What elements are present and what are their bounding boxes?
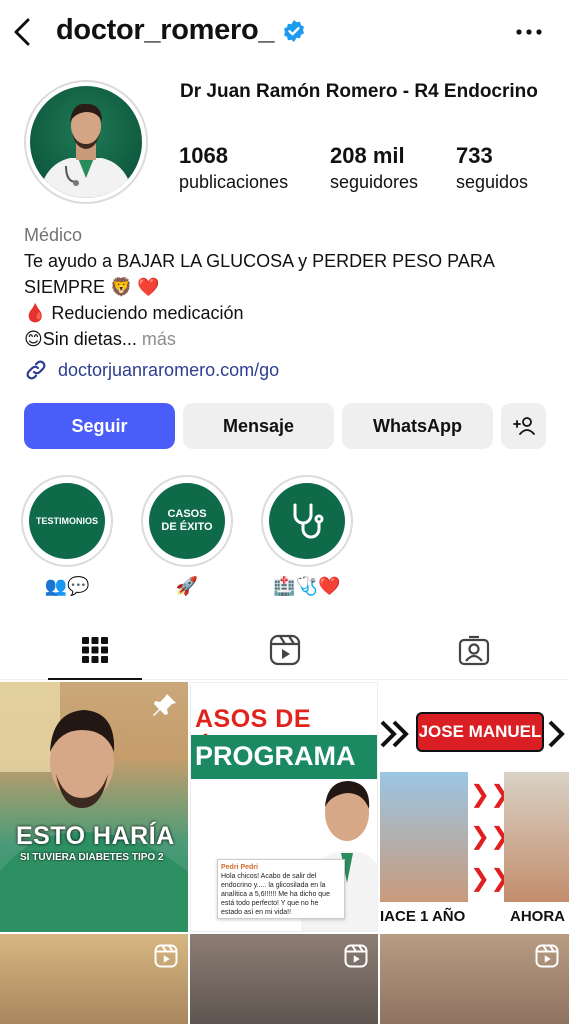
bio-line-3: 😊Sin dietas... más: [24, 326, 554, 352]
message-button[interactable]: Mensaje: [183, 403, 334, 449]
pinned-icon: [153, 694, 176, 716]
chevron-left-icon: [14, 18, 30, 46]
profile-actions: Seguir Mensaje WhatsApp: [24, 403, 546, 449]
post-thumbnail[interactable]: JOSE MANUEL ❯❯ ❯❯ ❯❯ IACE 1 AÑO AHORA: [380, 682, 569, 932]
post-caption-subtitle: PROGRAMA: [195, 741, 356, 771]
bio-line-1: Te ayudo a BAJAR LA GLUCOSA y PERDER PES…: [24, 251, 494, 297]
post-thumbnail[interactable]: ASOS DE ÉXITO PROGRAMA Pedri Pedri Hola …: [190, 682, 378, 932]
tagged-icon: [459, 635, 490, 665]
reels-icon: [269, 634, 300, 665]
highlight-label: 🚀: [175, 576, 199, 596]
add-person-icon: [512, 417, 535, 435]
profile-category: Médico: [24, 225, 83, 245]
bio-line-2: 🩸 Reduciendo medicación: [24, 303, 244, 323]
more-horizontal-icon: [516, 29, 542, 35]
post-image: [0, 682, 188, 932]
post-thumbnail[interactable]: [190, 934, 378, 1024]
tab-posts[interactable]: [0, 620, 190, 680]
profile-link[interactable]: doctorjuanraromero.com/go: [24, 358, 279, 382]
back-button[interactable]: [8, 16, 36, 48]
highlight-cover: [269, 483, 345, 559]
avatar-image: [30, 86, 142, 198]
suggested-accounts-button[interactable]: [501, 403, 546, 449]
before-label: IACE 1 AÑO: [380, 908, 466, 925]
verified-badge-icon: [284, 19, 305, 42]
chat-sender: Pedri Pedri: [221, 864, 258, 871]
highlight-cover-text: TESTIMONIOS: [35, 516, 98, 526]
highlight-ring: CASOS DE ÉXITO: [141, 475, 233, 567]
post-caption-subtitle: SI TUVIERA DIABETES TIPO 2: [20, 852, 164, 863]
tab-tagged[interactable]: [379, 620, 569, 679]
grid-icon: [81, 636, 108, 663]
link-icon: [26, 360, 46, 380]
following-stat[interactable]: 733 seguidos: [456, 143, 556, 195]
highlight-cover-text: CASOS DE ÉXITO: [161, 508, 213, 533]
highlight-casos-de-exito[interactable]: CASOS DE ÉXITO 🚀: [140, 475, 234, 599]
post-caption-title: JOSE MANUEL: [416, 712, 544, 752]
bio-line-3-text: 😊Sin dietas...: [24, 329, 137, 349]
top-bar: doctor_romero_: [0, 0, 569, 66]
story-highlights: TESTIMONIOS 👥💬 CASOS DE ÉXITO 🚀 🏥🩺❤️: [20, 475, 354, 599]
stethoscope-icon: [293, 503, 324, 539]
profile-bio: Médico Te ayudo a BAJAR LA GLUCOSA y PER…: [24, 222, 554, 352]
after-label: AHORA: [510, 908, 565, 925]
post-thumbnail[interactable]: [0, 934, 188, 1024]
post-caption-title: ESTO HARÍA: [16, 822, 175, 850]
profile-tabs: [0, 620, 569, 680]
followers-stat[interactable]: 208 mil seguidores: [330, 143, 456, 195]
following-count: 733: [456, 143, 493, 168]
posts-grid: ESTO HARÍA SI TUVIERA DIABETES TIPO 2 AS…: [0, 682, 569, 1024]
reels-icon: [535, 944, 559, 968]
highlight-cover: TESTIMONIOS: [29, 483, 105, 559]
whatsapp-button[interactable]: WhatsApp: [342, 403, 493, 449]
before-photo: [380, 772, 468, 902]
followers-label: seguidores: [330, 172, 419, 192]
profile-display-name: Dr Juan Ramón Romero - R4 Endocrino: [180, 81, 538, 102]
more-options-button[interactable]: [515, 22, 543, 42]
post-thumbnail[interactable]: [380, 934, 569, 1024]
profile-avatar[interactable]: [24, 80, 148, 204]
reels-icon: [344, 944, 368, 968]
reels-icon: [154, 944, 178, 968]
following-label: seguidos: [456, 172, 529, 192]
profile-link-text: doctorjuanraromero.com/go: [58, 359, 280, 380]
highlight-testimonios[interactable]: TESTIMONIOS 👥💬: [20, 475, 114, 599]
highlight-cover: CASOS DE ÉXITO: [149, 483, 225, 559]
posts-label: publicaciones: [179, 172, 289, 192]
after-photo: [504, 772, 569, 902]
highlight-ring: TESTIMONIOS: [21, 475, 113, 567]
chat-message: Hola chicos! Acabo de salir del endocrin…: [221, 873, 330, 916]
profile-stats: 1068 publicaciones 208 mil seguidores 73…: [179, 143, 556, 195]
highlight-label: 🏥🩺❤️: [273, 576, 341, 596]
posts-stat[interactable]: 1068 publicaciones: [179, 143, 330, 195]
posts-count: 1068: [179, 143, 228, 168]
followers-count: 208 mil: [330, 143, 405, 168]
bio-more-link[interactable]: más: [137, 329, 176, 349]
tab-reels[interactable]: [190, 620, 380, 679]
highlight-label: 👥💬: [44, 576, 90, 596]
profile-username: doctor_romero_: [56, 14, 275, 46]
highlight-ring: [261, 475, 353, 567]
post-chat-bubble: Pedri Pedri Hola chicos! Acabo de salir …: [217, 859, 345, 919]
highlight-medical[interactable]: 🏥🩺❤️: [260, 475, 354, 599]
follow-button[interactable]: Seguir: [24, 403, 175, 449]
post-thumbnail[interactable]: ESTO HARÍA SI TUVIERA DIABETES TIPO 2: [0, 682, 188, 932]
